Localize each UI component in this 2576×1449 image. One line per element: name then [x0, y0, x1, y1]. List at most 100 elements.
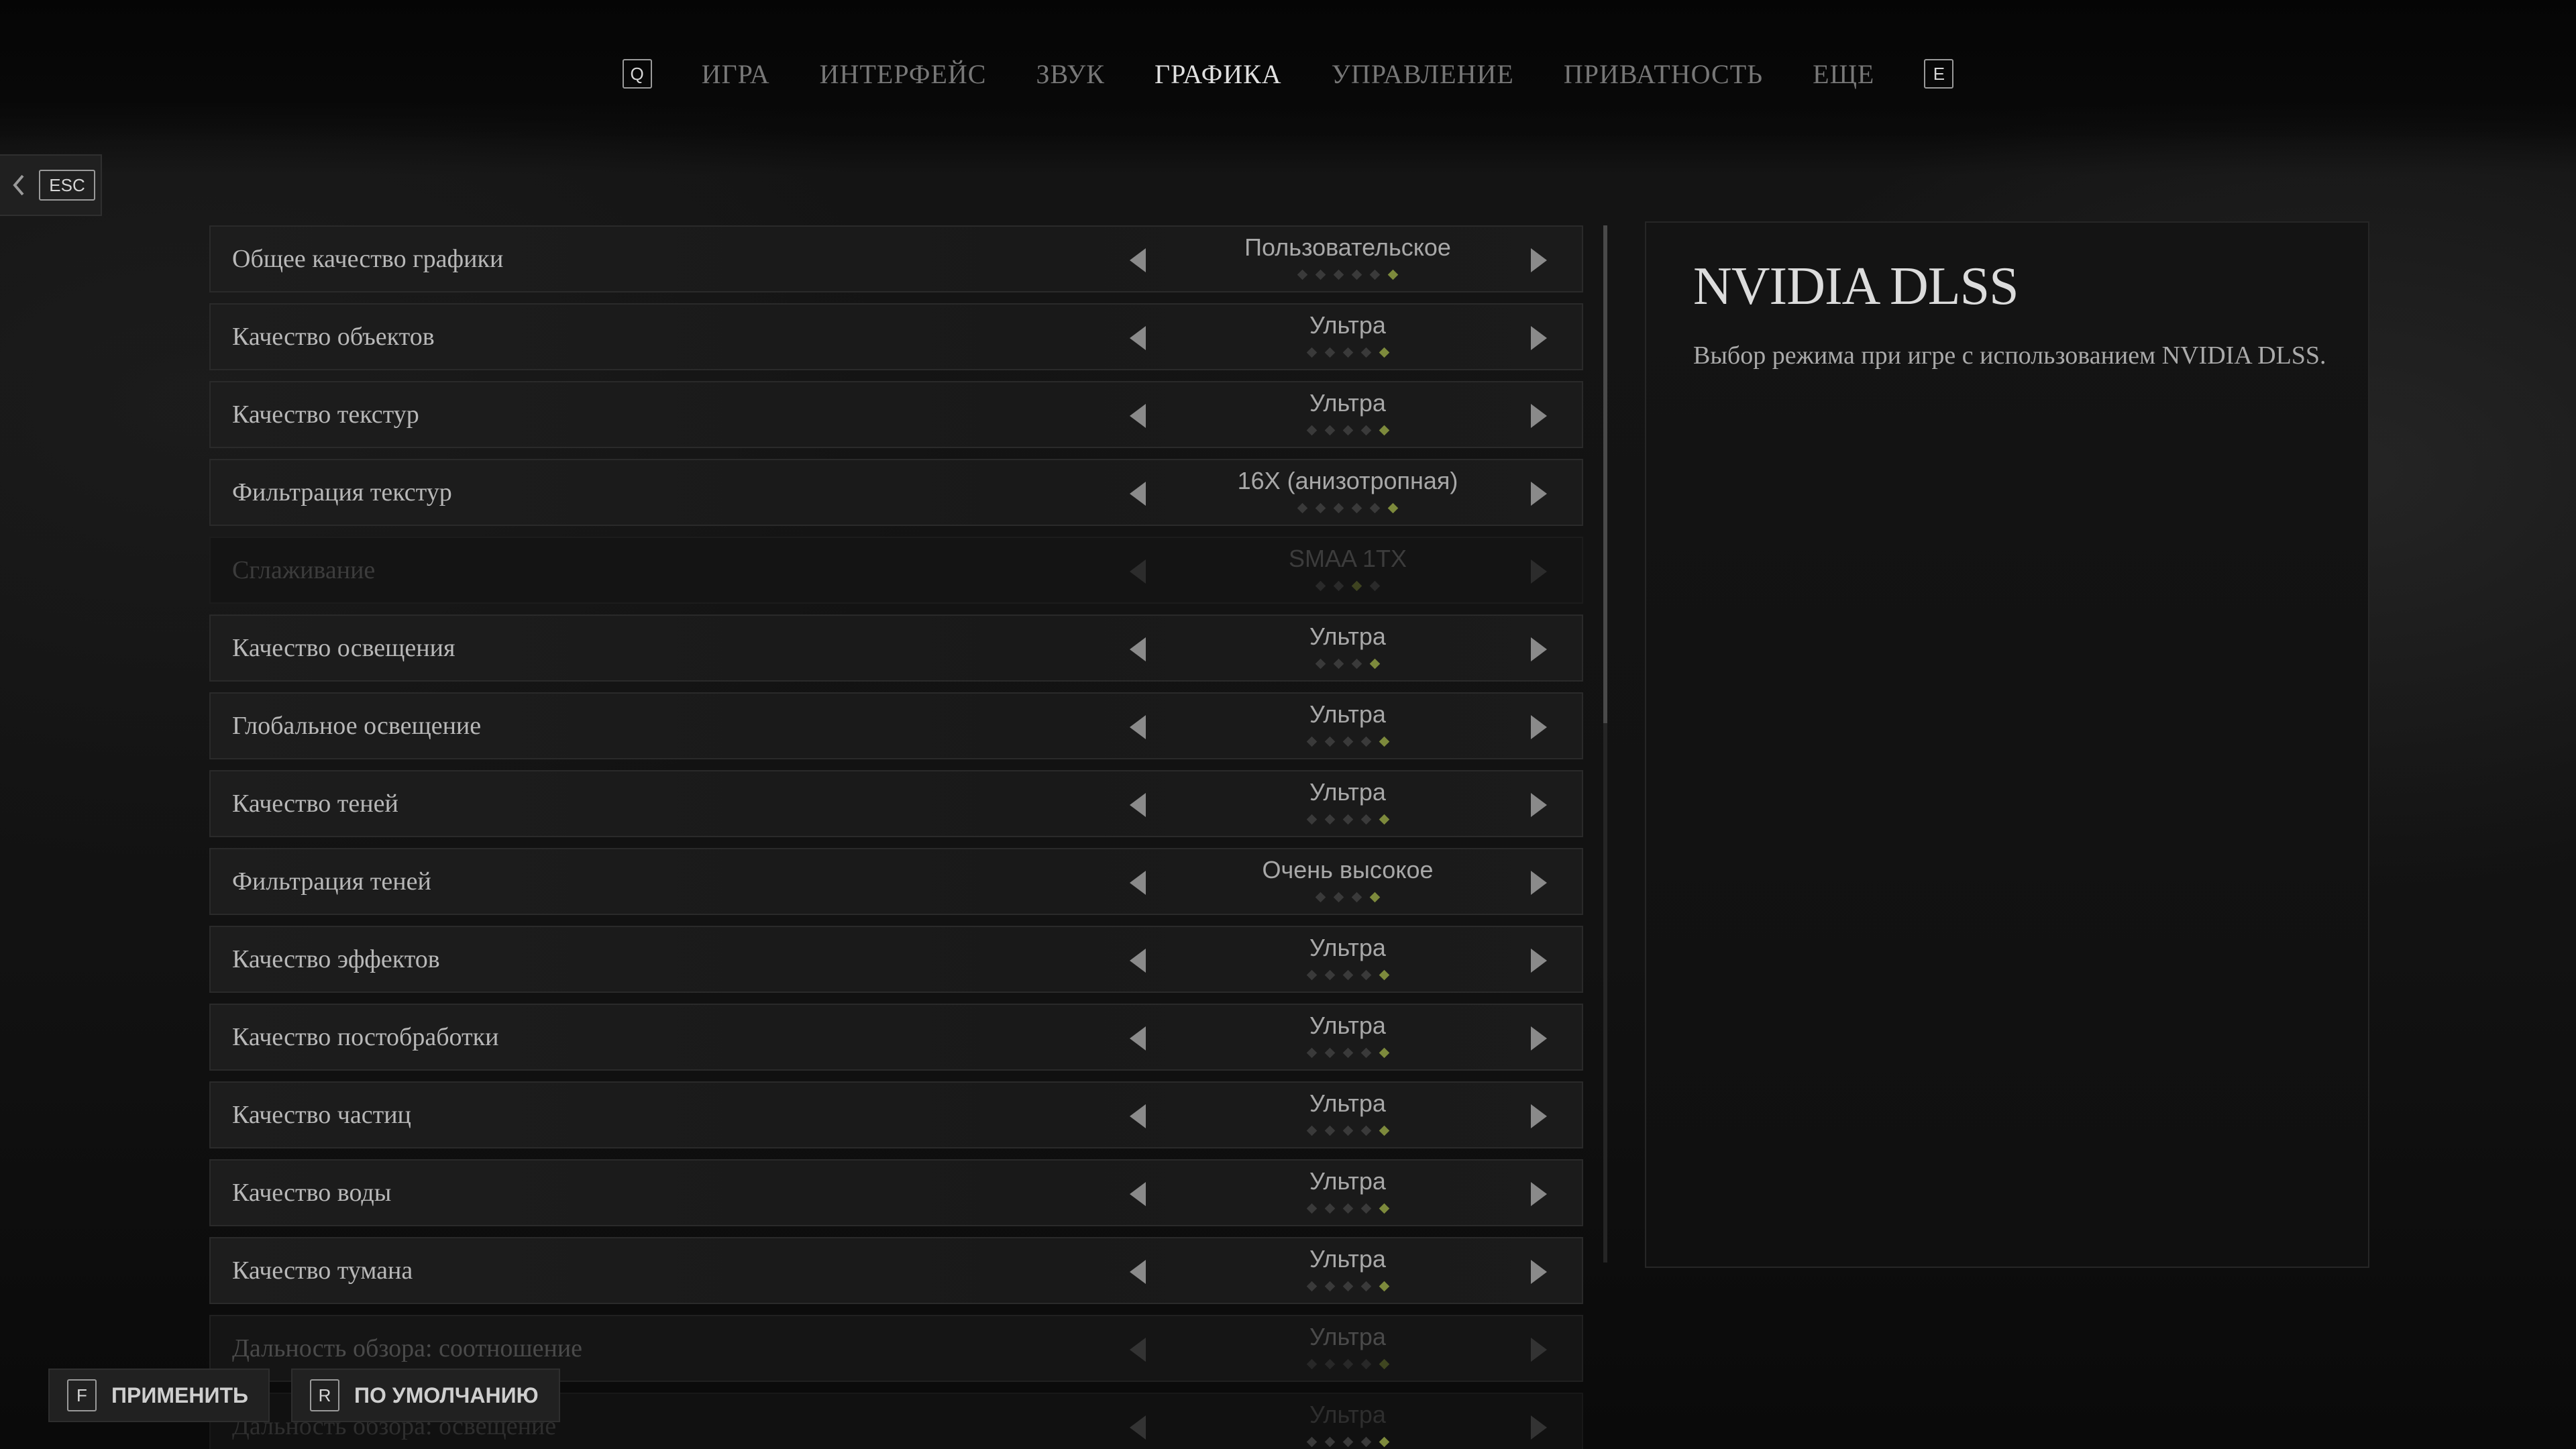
level-dot	[1342, 969, 1353, 981]
tab-interface[interactable]: ИНТЕРФЕЙС	[820, 58, 987, 90]
setting-value: Очень высокое	[1262, 856, 1434, 883]
level-dot	[1360, 347, 1371, 358]
setting-level-indicator	[1170, 580, 1525, 592]
arrow-left-icon[interactable]	[1124, 868, 1151, 898]
level-dot	[1351, 502, 1362, 514]
arrow-right-icon[interactable]	[1525, 1413, 1552, 1442]
level-dot	[1369, 892, 1381, 903]
arrow-left-icon[interactable]	[1124, 246, 1151, 275]
level-dot	[1324, 736, 1335, 747]
level-dot	[1360, 736, 1371, 747]
arrow-left-icon[interactable]	[1124, 1335, 1151, 1364]
arrow-left-icon[interactable]	[1124, 1257, 1151, 1287]
setting-value: Ультра	[1309, 1089, 1386, 1117]
setting-level-indicator	[1170, 814, 1525, 825]
scrollbar-thumb[interactable]	[1603, 225, 1607, 723]
arrow-right-icon[interactable]	[1525, 1257, 1552, 1287]
back-button[interactable]: ESC	[0, 154, 102, 216]
level-dot	[1360, 969, 1371, 981]
arrow-left-icon[interactable]	[1124, 712, 1151, 742]
tab-controls[interactable]: УПРАВЛЕНИЕ	[1332, 58, 1514, 90]
setting-row[interactable]: Фильтрация текстур 16X (анизотропная)	[209, 459, 1583, 526]
arrow-right-icon[interactable]	[1525, 246, 1552, 275]
level-dot	[1342, 347, 1353, 358]
info-panel: NVIDIA DLSS Выбор режима при игре с испо…	[1645, 221, 2369, 1268]
level-dot	[1324, 1436, 1335, 1448]
level-dot	[1379, 814, 1389, 825]
setting-row[interactable]: Общее качество графики Пользовательское	[209, 225, 1583, 292]
level-dot	[1360, 1358, 1371, 1370]
arrow-right-icon[interactable]	[1525, 712, 1552, 742]
arrow-left-icon[interactable]	[1124, 790, 1151, 820]
arrow-left-icon[interactable]	[1124, 1413, 1151, 1442]
setting-value: Ультра	[1309, 700, 1386, 728]
setting-level-indicator	[1170, 347, 1525, 358]
arrow-right-icon[interactable]	[1525, 946, 1552, 975]
level-dot	[1342, 425, 1353, 436]
apply-key: F	[67, 1379, 97, 1411]
level-dot	[1360, 1047, 1371, 1059]
arrow-right-icon[interactable]	[1525, 635, 1552, 664]
setting-row[interactable]: Качество эффектов Ультра	[209, 926, 1583, 993]
arrow-right-icon[interactable]	[1525, 868, 1552, 898]
arrow-left-icon[interactable]	[1124, 1179, 1151, 1209]
setting-row[interactable]: Глобальное освещение Ультра	[209, 692, 1583, 759]
setting-value: Ультра	[1309, 934, 1386, 961]
setting-row[interactable]: Качество текстур Ультра	[209, 381, 1583, 448]
level-dot	[1351, 580, 1362, 592]
level-dot	[1306, 1125, 1317, 1136]
setting-row[interactable]: Качество объектов Ультра	[209, 303, 1583, 370]
arrow-left-icon[interactable]	[1124, 1102, 1151, 1131]
arrow-right-icon[interactable]	[1525, 790, 1552, 820]
setting-level-indicator	[1170, 1125, 1525, 1136]
apply-button[interactable]: F ПРИМЕНИТЬ	[48, 1368, 270, 1422]
arrow-right-icon[interactable]	[1525, 401, 1552, 431]
tab-graphics[interactable]: ГРАФИКА	[1155, 58, 1282, 90]
tab-privacy[interactable]: ПРИВАТНОСТЬ	[1564, 58, 1763, 90]
level-dot	[1324, 1203, 1335, 1214]
tab-sound[interactable]: ЗВУК	[1036, 58, 1104, 90]
arrow-right-icon[interactable]	[1525, 1024, 1552, 1053]
level-dot	[1342, 1358, 1353, 1370]
setting-row[interactable]: Качество теней Ультра	[209, 770, 1583, 837]
setting-level-indicator	[1170, 1281, 1525, 1292]
setting-value: Ультра	[1309, 1167, 1386, 1195]
tab-more[interactable]: ЕЩЕ	[1813, 58, 1874, 90]
top-navigation-bar: Q ИГРА ИНТЕРФЕЙС ЗВУК ГРАФИКА УПРАВЛЕНИЕ…	[0, 0, 2576, 141]
arrow-left-icon[interactable]	[1124, 401, 1151, 431]
defaults-label: ПО УМОЛЧАНИЮ	[354, 1383, 539, 1407]
tab-game[interactable]: ИГРА	[702, 58, 770, 90]
level-dot	[1333, 269, 1344, 280]
arrow-left-icon[interactable]	[1124, 635, 1151, 664]
prev-tab-key[interactable]: Q	[622, 59, 652, 89]
arrow-left-icon[interactable]	[1124, 479, 1151, 508]
level-dot	[1342, 1203, 1353, 1214]
arrow-right-icon[interactable]	[1525, 1179, 1552, 1209]
arrow-right-icon[interactable]	[1525, 323, 1552, 353]
next-tab-key[interactable]: E	[1924, 59, 1954, 89]
setting-row[interactable]: Качество постобработки Ультра	[209, 1004, 1583, 1071]
level-dot	[1306, 1047, 1317, 1059]
level-dot	[1315, 892, 1326, 903]
level-dot	[1360, 1436, 1371, 1448]
setting-row: Сглаживание SMAA 1TX	[209, 537, 1583, 604]
arrow-left-icon[interactable]	[1124, 1024, 1151, 1053]
arrow-right-icon[interactable]	[1525, 1102, 1552, 1131]
setting-row[interactable]: Фильтрация теней Очень высокое	[209, 848, 1583, 915]
setting-row[interactable]: Качество тумана Ультра	[209, 1237, 1583, 1304]
setting-level-indicator	[1170, 425, 1525, 436]
arrow-right-icon[interactable]	[1525, 1335, 1552, 1364]
arrow-left-icon[interactable]	[1124, 946, 1151, 975]
setting-row[interactable]: Качество частиц Ультра	[209, 1081, 1583, 1148]
arrow-left-icon[interactable]	[1124, 323, 1151, 353]
reset-defaults-button[interactable]: R ПО УМОЛЧАНИЮ	[291, 1368, 560, 1422]
setting-label: Качество текстур	[232, 400, 419, 429]
setting-row[interactable]: Качество освещения Ультра	[209, 614, 1583, 682]
setting-label: Фильтрация текстур	[232, 478, 452, 506]
level-dot	[1306, 347, 1317, 358]
level-dot	[1369, 658, 1381, 669]
setting-row[interactable]: Качество воды Ультра	[209, 1159, 1583, 1226]
arrow-right-icon[interactable]	[1525, 479, 1552, 508]
level-dot	[1306, 425, 1317, 436]
setting-label: Глобальное освещение	[232, 712, 482, 740]
